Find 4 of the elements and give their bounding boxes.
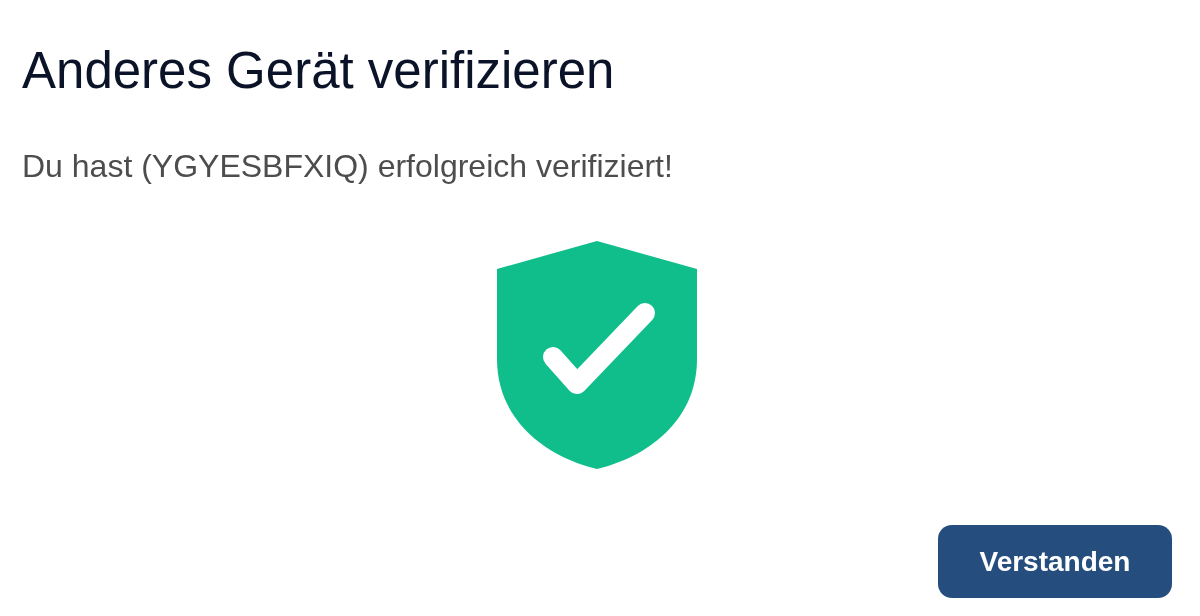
dialog-title: Anderes Gerät verifizieren	[22, 41, 615, 101]
confirm-button[interactable]: Verstanden	[938, 525, 1172, 598]
shield-check-icon	[497, 241, 697, 469]
success-message: Du hast (YGYESBFXIQ) erfolgreich verifiziert!	[22, 147, 673, 185]
